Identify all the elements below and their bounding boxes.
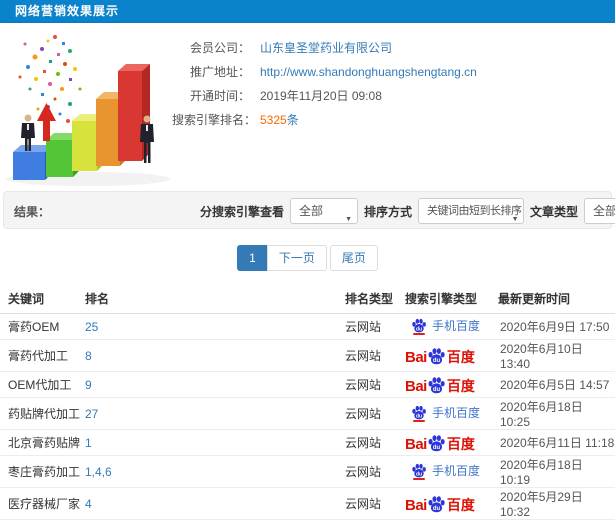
rank-link[interactable]: 8	[85, 349, 92, 363]
member-info-section: 会员公司： 山东皇圣堂药业有限公司 推广地址： http://www.shand…	[0, 23, 615, 191]
rank-count: 5325	[260, 113, 287, 127]
rank-link[interactable]: 4	[85, 497, 92, 511]
title-bar: 网络营销效果展示	[0, 0, 615, 23]
page-1-button[interactable]: 1	[237, 245, 268, 271]
svg-text:du: du	[416, 327, 422, 333]
col-header-rank: 排名	[85, 285, 345, 314]
open-time-row: 开通时间： 2019年11月20日 09:08	[172, 84, 615, 108]
company-link[interactable]: 山东皇圣堂药业有限公司	[260, 36, 392, 60]
table-row: OEM代加工 9 云网站 du 百度 Bai du 百度 2020年6月5日 1…	[0, 371, 615, 398]
baidu-logo-icon: Bai du 百度	[405, 348, 475, 366]
col-header-engine-type: 搜索引擎类型	[405, 285, 498, 314]
engine-cell: du 百度 Bai du 百度	[405, 339, 498, 372]
svg-text:du: du	[416, 472, 422, 478]
rank-type-cell: 云网站	[345, 487, 405, 520]
svg-text:du: du	[433, 445, 441, 451]
rank-type-cell: 云网站	[345, 371, 405, 398]
rank-link[interactable]: 25	[85, 320, 98, 334]
mobile-baidu-icon: du 手机百度	[411, 317, 480, 336]
keyword-cell: 医疗器械厂家	[0, 487, 85, 520]
rank-link[interactable]: 9	[85, 378, 92, 392]
bar-chart-illustration	[6, 35, 170, 186]
promo-url-link[interactable]: http://www.shandonghuangshengtang.cn	[260, 60, 477, 84]
svg-text:du: du	[433, 358, 441, 364]
article-type-value: 全部	[593, 204, 615, 218]
pagination: 1 下一页 尾页	[0, 245, 615, 271]
baidu-logo-icon: Bai du 百度	[405, 435, 475, 453]
engine-rank-value: 5325条	[260, 108, 299, 132]
table-row: 膏药OEM 25 云网站 du 手机百度 Bai du 手机百度 2020年6月…	[0, 313, 615, 340]
rank-type-cell: 云网站	[345, 397, 405, 430]
engine-cell: du 手机百度 Bai du 手机百度	[405, 313, 498, 340]
engine-cell: du 百度 Bai du 百度	[405, 371, 498, 398]
table-row: 膏药代加工 8 云网站 du 百度 Bai du 百度 2020年6月10日 1…	[0, 339, 615, 372]
engine-select[interactable]: 全部 ▼	[290, 198, 359, 224]
caret-down-icon: ▼	[511, 216, 519, 223]
engine-cell: du 百度 Bai du 百度	[405, 429, 498, 456]
sort-select-value: 关键词由短到长排序	[427, 205, 522, 217]
table-row: 药贴牌代加工 27 云网站 du 手机百度 Bai du 手机百度 2020年6…	[0, 397, 615, 430]
updated-cell: 2020年6月11日 11:18	[498, 429, 615, 456]
keyword-rank-table: 关键词 排名 排名类型 搜索引擎类型 最新更新时间 膏药OEM 25 云网站 d…	[0, 285, 615, 520]
promo-url-row: 推广地址： http://www.shandonghuangshengtang.…	[172, 60, 615, 84]
article-type-select[interactable]: 全部 ▼	[584, 198, 615, 224]
col-header-rank-type: 排名类型	[345, 285, 405, 314]
keyword-cell: 膏药代加工	[0, 339, 85, 372]
keyword-cell: 枣庄膏药加工	[0, 455, 85, 488]
keyword-cell: 药贴牌代加工	[0, 397, 85, 430]
rank-type-cell: 云网站	[345, 455, 405, 488]
table-header-row: 关键词 排名 排名类型 搜索引擎类型 最新更新时间	[0, 285, 615, 314]
svg-text:du: du	[416, 414, 422, 420]
open-time-value: 2019年11月20日 09:08	[260, 89, 382, 103]
engine-cell: du 手机百度 Bai du 手机百度	[405, 455, 498, 488]
svg-text:du: du	[433, 506, 441, 512]
baidu-logo-icon: Bai du 百度	[405, 377, 475, 395]
col-header-keyword: 关键词	[0, 285, 85, 314]
article-type-label: 文章类型	[530, 204, 579, 219]
updated-cell: 2020年5月29日 10:32	[498, 487, 615, 520]
table-row: 枣庄膏药加工 1,4,6 云网站 du 手机百度 Bai du 手机百度 202…	[0, 455, 615, 488]
keyword-cell: OEM代加工	[0, 371, 85, 398]
keyword-cell: 膏药OEM	[0, 313, 85, 340]
sort-select[interactable]: 关键词由短到长排序 ▼	[418, 198, 525, 224]
rank-link[interactable]: 1,4,6	[85, 465, 112, 479]
svg-text:du: du	[433, 387, 441, 393]
rank-type-cell: 云网站	[345, 313, 405, 340]
updated-cell: 2020年6月10日 13:40	[498, 339, 615, 372]
baidu-logo-icon: Bai du 百度	[405, 496, 475, 514]
company-row: 会员公司： 山东皇圣堂药业有限公司	[172, 36, 615, 60]
updated-cell: 2020年6月18日 10:25	[498, 397, 615, 430]
engine-rank-row: 搜索引擎排名： 5325条	[172, 108, 615, 132]
updated-cell: 2020年6月9日 17:50	[498, 313, 615, 340]
caret-down-icon: ▼	[345, 216, 353, 223]
table-row: 医疗器械厂家 4 云网站 du 百度 Bai du 百度 2020年5月29日 …	[0, 487, 615, 520]
keyword-cell: 北京膏药贴牌	[0, 429, 85, 456]
updated-cell: 2020年6月5日 14:57	[498, 371, 615, 398]
page-title: 网络营销效果展示	[15, 4, 120, 18]
member-info-list: 会员公司： 山东皇圣堂药业有限公司 推广地址： http://www.shand…	[172, 23, 615, 132]
sort-filter-label: 排序方式	[364, 204, 413, 219]
table-row: 北京膏药贴牌 1 云网站 du 百度 Bai du 百度 2020年6月11日 …	[0, 429, 615, 456]
rank-type-cell: 云网站	[345, 429, 405, 456]
rank-link[interactable]: 27	[85, 407, 98, 421]
engine-cell: du 手机百度 Bai du 手机百度	[405, 397, 498, 430]
rank-type-cell: 云网站	[345, 339, 405, 372]
last-page-button[interactable]: 尾页	[329, 245, 378, 271]
mobile-baidu-icon: du 手机百度	[411, 404, 480, 423]
updated-cell: 2020年6月18日 10:19	[498, 455, 615, 488]
engine-cell: du 百度 Bai du 百度	[405, 487, 498, 520]
col-header-updated: 最新更新时间	[498, 285, 615, 314]
page: 网络营销效果展示 会员公司： 山东皇圣堂药业有限公司 推广地址： http://…	[0, 0, 615, 520]
filter-controls: 分搜索引擎查看 全部 ▼ 排序方式 关键词由短到长排序 ▼ 文章类型 全部 ▼ …	[200, 192, 615, 230]
rank-unit-link[interactable]: 条	[287, 113, 299, 127]
engine-select-value: 全部	[299, 204, 324, 218]
next-page-button[interactable]: 下一页	[266, 245, 327, 271]
mobile-baidu-icon: du 手机百度	[411, 462, 480, 481]
filter-bar: 结果： 分搜索引擎查看 全部 ▼ 排序方式 关键词由短到长排序 ▼ 文章类型 全…	[3, 191, 615, 230]
result-label: 结果：	[14, 205, 51, 219]
engine-filter-label: 分搜索引擎查看	[200, 204, 285, 219]
rank-link[interactable]: 1	[85, 436, 92, 450]
